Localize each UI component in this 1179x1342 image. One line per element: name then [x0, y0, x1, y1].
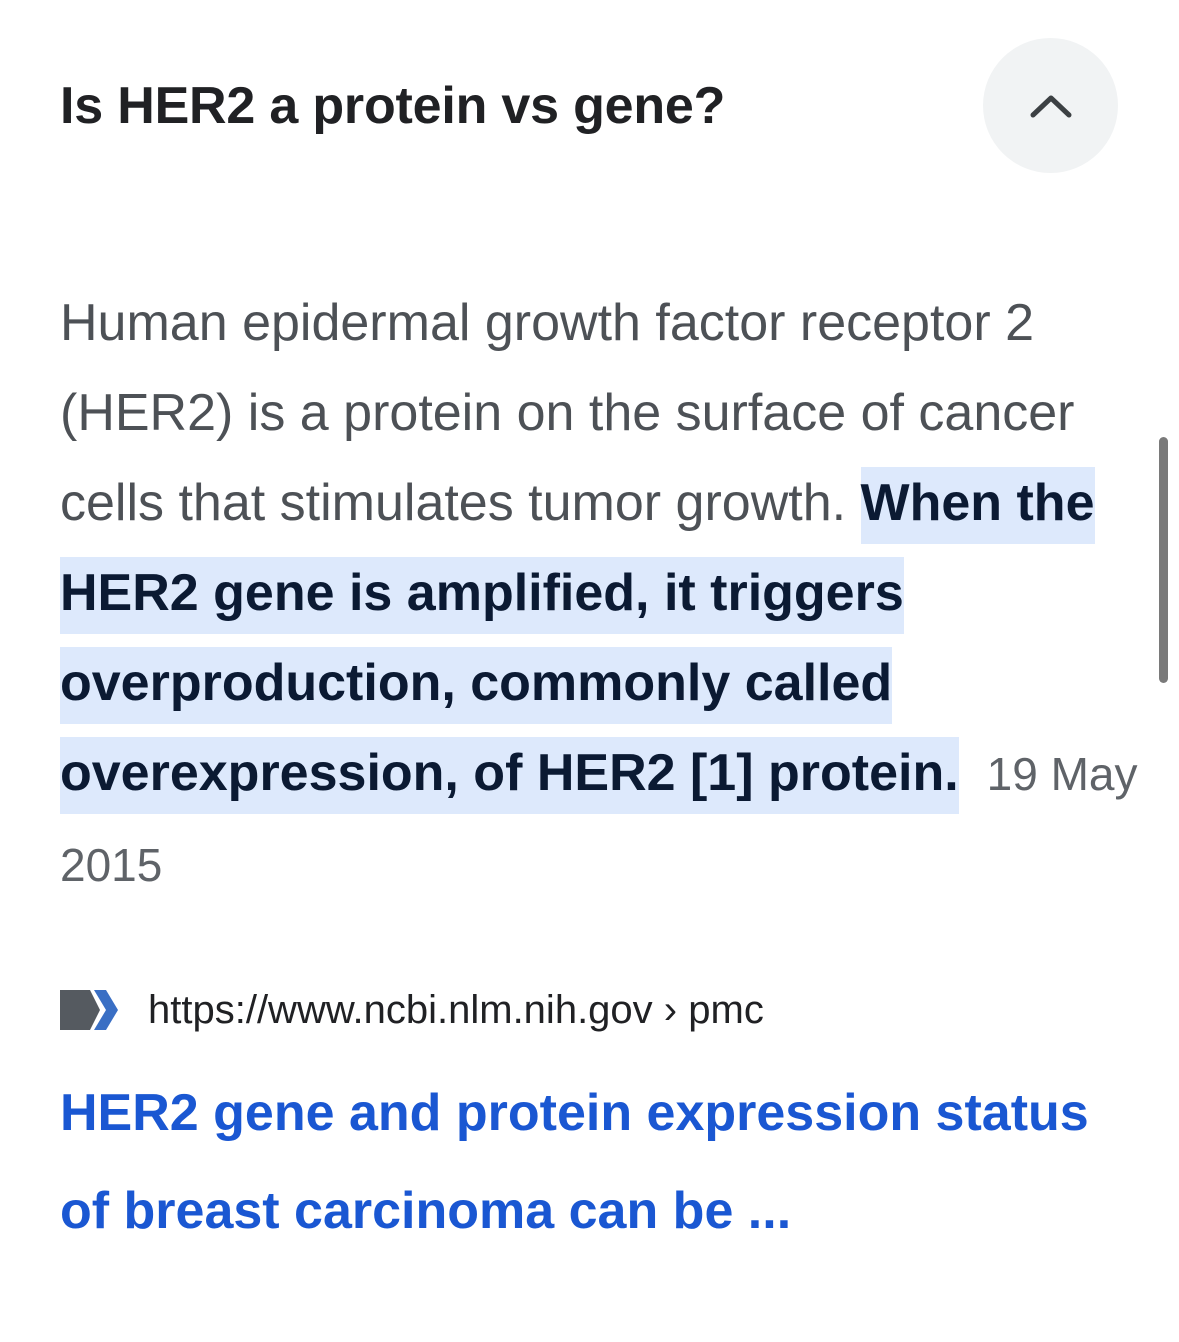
answer-text: Human epidermal growth factor receptor 2… — [60, 278, 1140, 910]
source-path: pmc — [688, 987, 764, 1032]
chevron-up-icon — [1030, 95, 1071, 117]
ncbi-logo-icon — [60, 990, 118, 1030]
featured-snippet: Is HER2 a protein vs gene? Human epiderm… — [0, 0, 1179, 1342]
question-title: Is HER2 a protein vs gene? — [60, 77, 726, 135]
scrollbar-thumb[interactable] — [1159, 437, 1168, 683]
result-title-link[interactable]: HER2 gene and protein expression status … — [60, 1064, 1120, 1260]
collapse-button[interactable] — [983, 38, 1118, 173]
breadcrumb-separator: › — [663, 987, 678, 1032]
source-citation[interactable]: https://www.ncbi.nlm.nih.gov › pmc — [60, 980, 764, 1040]
question-row[interactable]: Is HER2 a protein vs gene? — [60, 38, 1118, 173]
source-domain: https://www.ncbi.nlm.nih.gov — [148, 987, 653, 1032]
source-url: https://www.ncbi.nlm.nih.gov › pmc — [148, 988, 764, 1033]
